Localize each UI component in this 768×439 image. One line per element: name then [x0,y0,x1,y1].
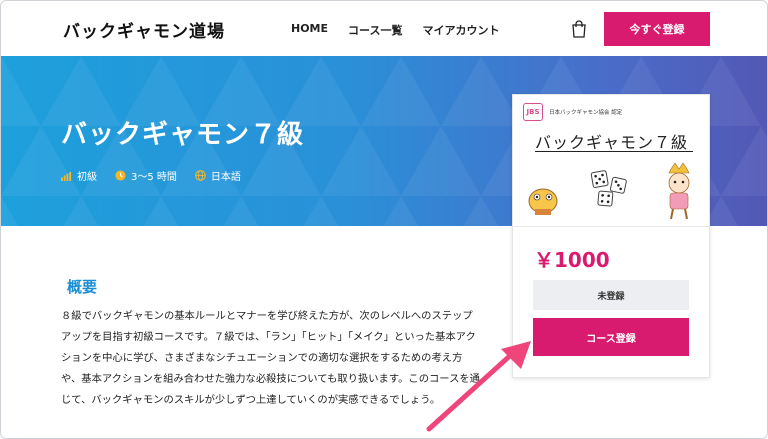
site-logo[interactable]: バックギャモン道場 [63,17,225,42]
level-bars-icon [61,171,72,181]
nav-home[interactable]: HOME [291,22,328,38]
meta-language-text: 日本語 [210,172,241,183]
meta-level: 初級 [61,168,97,183]
overview-text: ８級でバックギャモンの基本ルールとマナーを学び終えた方が、次のレベルへのステップ… [61,310,480,406]
association-name: 日本バックギャモン協会 認定 [549,110,623,116]
thumbnail-illustration [528,162,690,220]
course-purchase-card: JBS 日本バックギャモン協会 認定 バックギャモン７級 ￥1000 未登録 コ… [512,94,710,378]
course-meta: 初級 3〜5 時間 日本語 [61,168,241,183]
overview-heading: 概要 [67,278,98,296]
meta-duration: 3〜5 時間 [115,168,177,183]
meta-level-text: 初級 [77,172,97,183]
thumbnail-divider [535,151,693,152]
thumbnail-header: JBS 日本バックギャモン協会 認定 [523,103,622,121]
nav-my-account[interactable]: マイアカウント [422,22,499,38]
clock-icon [115,170,126,181]
course-price: ￥1000 [534,248,610,272]
course-title: バックギャモン７級 [61,120,305,150]
thumbnail-title: バックギャモン７級 [535,133,689,152]
site-header: バックギャモン道場 HOME コース一覧 マイアカウント 今すぐ登録 [1,1,767,56]
enroll-course-button[interactable]: コース登録 [533,318,689,356]
main-nav: HOME コース一覧 マイアカウント [291,22,499,38]
page-frame: バックギャモン道場 HOME コース一覧 マイアカウント 今すぐ登録 バックギャ… [0,0,768,439]
course-thumbnail: JBS 日本バックギャモン協会 認定 バックギャモン７級 [513,95,709,227]
enrollment-status-badge: 未登録 [533,280,689,310]
signup-now-button[interactable]: 今すぐ登録 [604,12,710,46]
pointer-arrow-annotation [426,341,531,432]
globe-icon [195,170,206,181]
association-logo: JBS [523,103,543,121]
nav-courses[interactable]: コース一覧 [348,22,402,38]
shopping-bag-icon[interactable] [571,20,587,38]
meta-duration-text: 3〜5 時間 [131,172,177,183]
meta-language: 日本語 [195,168,241,183]
